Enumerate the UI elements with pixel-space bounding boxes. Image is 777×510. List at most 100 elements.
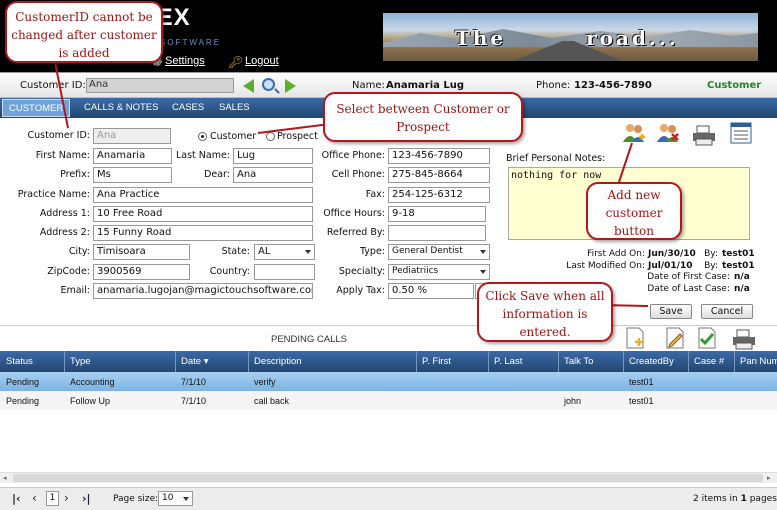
last-by-label: By: [704,261,718,271]
column-separator [64,351,65,372]
customer-name-label: Name: [352,80,385,91]
last-case-value: n/a [734,284,750,294]
col-case-num[interactable]: Case # [694,356,724,367]
pager-summary: 2 items in 1 pages [693,494,777,504]
logout-link[interactable]: Logout [245,55,279,67]
address1-field[interactable]: 10 Free Road [93,206,313,222]
col-description[interactable]: Description [254,356,302,367]
country-field[interactable] [254,264,315,280]
col-pan-num[interactable]: Pan Num [740,356,777,367]
previous-arrow-icon[interactable] [243,79,254,93]
address2-field[interactable]: 15 Funny Road [93,225,313,241]
scroll-left-icon[interactable]: ◂ [3,474,7,482]
tab-customer[interactable]: CUSTOMER [2,99,71,117]
column-separator [558,351,559,372]
last-name-field[interactable]: Lug [233,148,313,164]
print-icon[interactable] [692,124,715,146]
edit-call-icon[interactable] [664,327,686,349]
tab-sales[interactable]: SALES [213,99,256,117]
customer-type-badge: Customer [707,80,762,91]
add-call-icon[interactable] [624,327,646,349]
settings-link[interactable]: Settings [165,55,205,67]
state-select[interactable]: AL [254,244,315,260]
tab-cases[interactable]: CASES [166,99,210,117]
col-date[interactable]: Date ▾ [181,356,208,367]
address2-label: Address 2: [39,227,90,238]
email-field[interactable]: anamaria.lugojan@magictouchsoftware.com [93,283,313,299]
callout-add-customer: Add new customer button [586,182,682,240]
type-select[interactable]: General Dentist [388,244,490,260]
col-status[interactable]: Status [6,356,33,367]
row2-created-by: test01 [629,396,654,406]
last-page-icon[interactable]: ›| [82,492,91,505]
city-field[interactable]: Timisoara [93,244,190,260]
specialty-select[interactable]: Pediatriics [388,264,490,280]
scrollbar-thumb[interactable] [13,474,763,482]
column-separator [734,351,735,372]
row2-status: Pending [6,396,40,406]
first-by-label: By: [704,249,718,259]
col-p-first[interactable]: P. First [422,356,451,367]
callout-save: Click Save when all information is enter… [477,282,613,342]
pager-page-count: 1 [740,494,747,504]
dear-field[interactable]: Ana [233,167,313,183]
prev-page-icon[interactable]: ‹ [32,491,37,505]
customer-phone-value: 123-456-7890 [574,80,652,91]
practice-name-field[interactable]: Ana Practice [93,187,313,203]
col-p-last[interactable]: P. Last [494,356,522,367]
row1-status: Pending [6,377,40,387]
table-row[interactable] [0,372,777,391]
dear-label: Dear: [204,169,230,180]
row1-description: verify [254,377,276,387]
practice-name-label: Practice Name: [17,189,90,200]
tab-calls-notes[interactable]: CALLS & NOTES [78,99,164,117]
fax-label: Fax: [365,189,385,200]
next-page-icon[interactable]: › [64,491,69,505]
details-window-icon[interactable] [730,122,752,144]
delete-customer-icon[interactable] [656,122,679,144]
next-arrow-icon[interactable] [285,79,296,93]
current-page[interactable]: 1 [46,491,59,506]
customer-radio[interactable] [198,132,207,141]
scroll-right-icon[interactable]: ▸ [767,474,771,482]
search-icon[interactable] [262,78,275,91]
column-separator [248,351,249,372]
customer-id-field: Ana [93,128,171,144]
col-created-by[interactable]: CreatedBy [629,356,674,367]
first-page-icon[interactable]: |‹ [12,492,21,505]
customer-id-search-input[interactable]: Ana [86,78,234,93]
fax-field[interactable]: 254-125-6312 [388,187,490,203]
first-by-value: test01 [722,249,755,259]
row2-date: 7/1/10 [181,396,207,406]
first-name-field[interactable]: Anamaria [93,148,172,164]
office-hours-field[interactable]: 9-18 [388,206,486,222]
col-type[interactable]: Type [70,356,91,367]
apply-tax-field[interactable]: 0.50 % [388,283,474,299]
add-customer-icon[interactable] [622,122,645,144]
page-size-label: Page size: [113,494,159,504]
office-phone-field[interactable]: 123-456-7890 [388,148,490,164]
cell-phone-field[interactable]: 275-845-8664 [388,167,490,183]
table-row[interactable] [0,391,777,410]
page-size-select[interactable]: 10 [158,491,193,506]
banner-text: The road... [455,26,679,50]
save-button[interactable]: Save [650,304,692,319]
cancel-button[interactable]: Cancel [701,304,753,319]
column-separator [175,351,176,372]
zipcode-field[interactable]: 3900569 [93,264,190,280]
row2-talk-to: john [564,396,582,406]
first-case-label: Date of First Case: [647,272,730,282]
col-talk-to[interactable]: Talk To [564,356,593,367]
print-calls-icon[interactable] [732,328,755,350]
state-label: State: [221,246,250,257]
prefix-field[interactable]: Ms [93,167,172,183]
referred-by-field[interactable] [388,225,486,241]
column-separator [623,351,624,372]
prospect-radio-label: Prospect [277,131,318,142]
prospect-radio[interactable] [266,132,275,141]
key-icon[interactable]: 🔑︎ [228,55,243,69]
row1-type: Accounting [70,377,115,387]
address1-label: Address 1: [39,208,90,219]
complete-call-icon[interactable] [696,327,718,349]
callout-customer-prospect: Select between Customer or Prospect [323,92,523,142]
